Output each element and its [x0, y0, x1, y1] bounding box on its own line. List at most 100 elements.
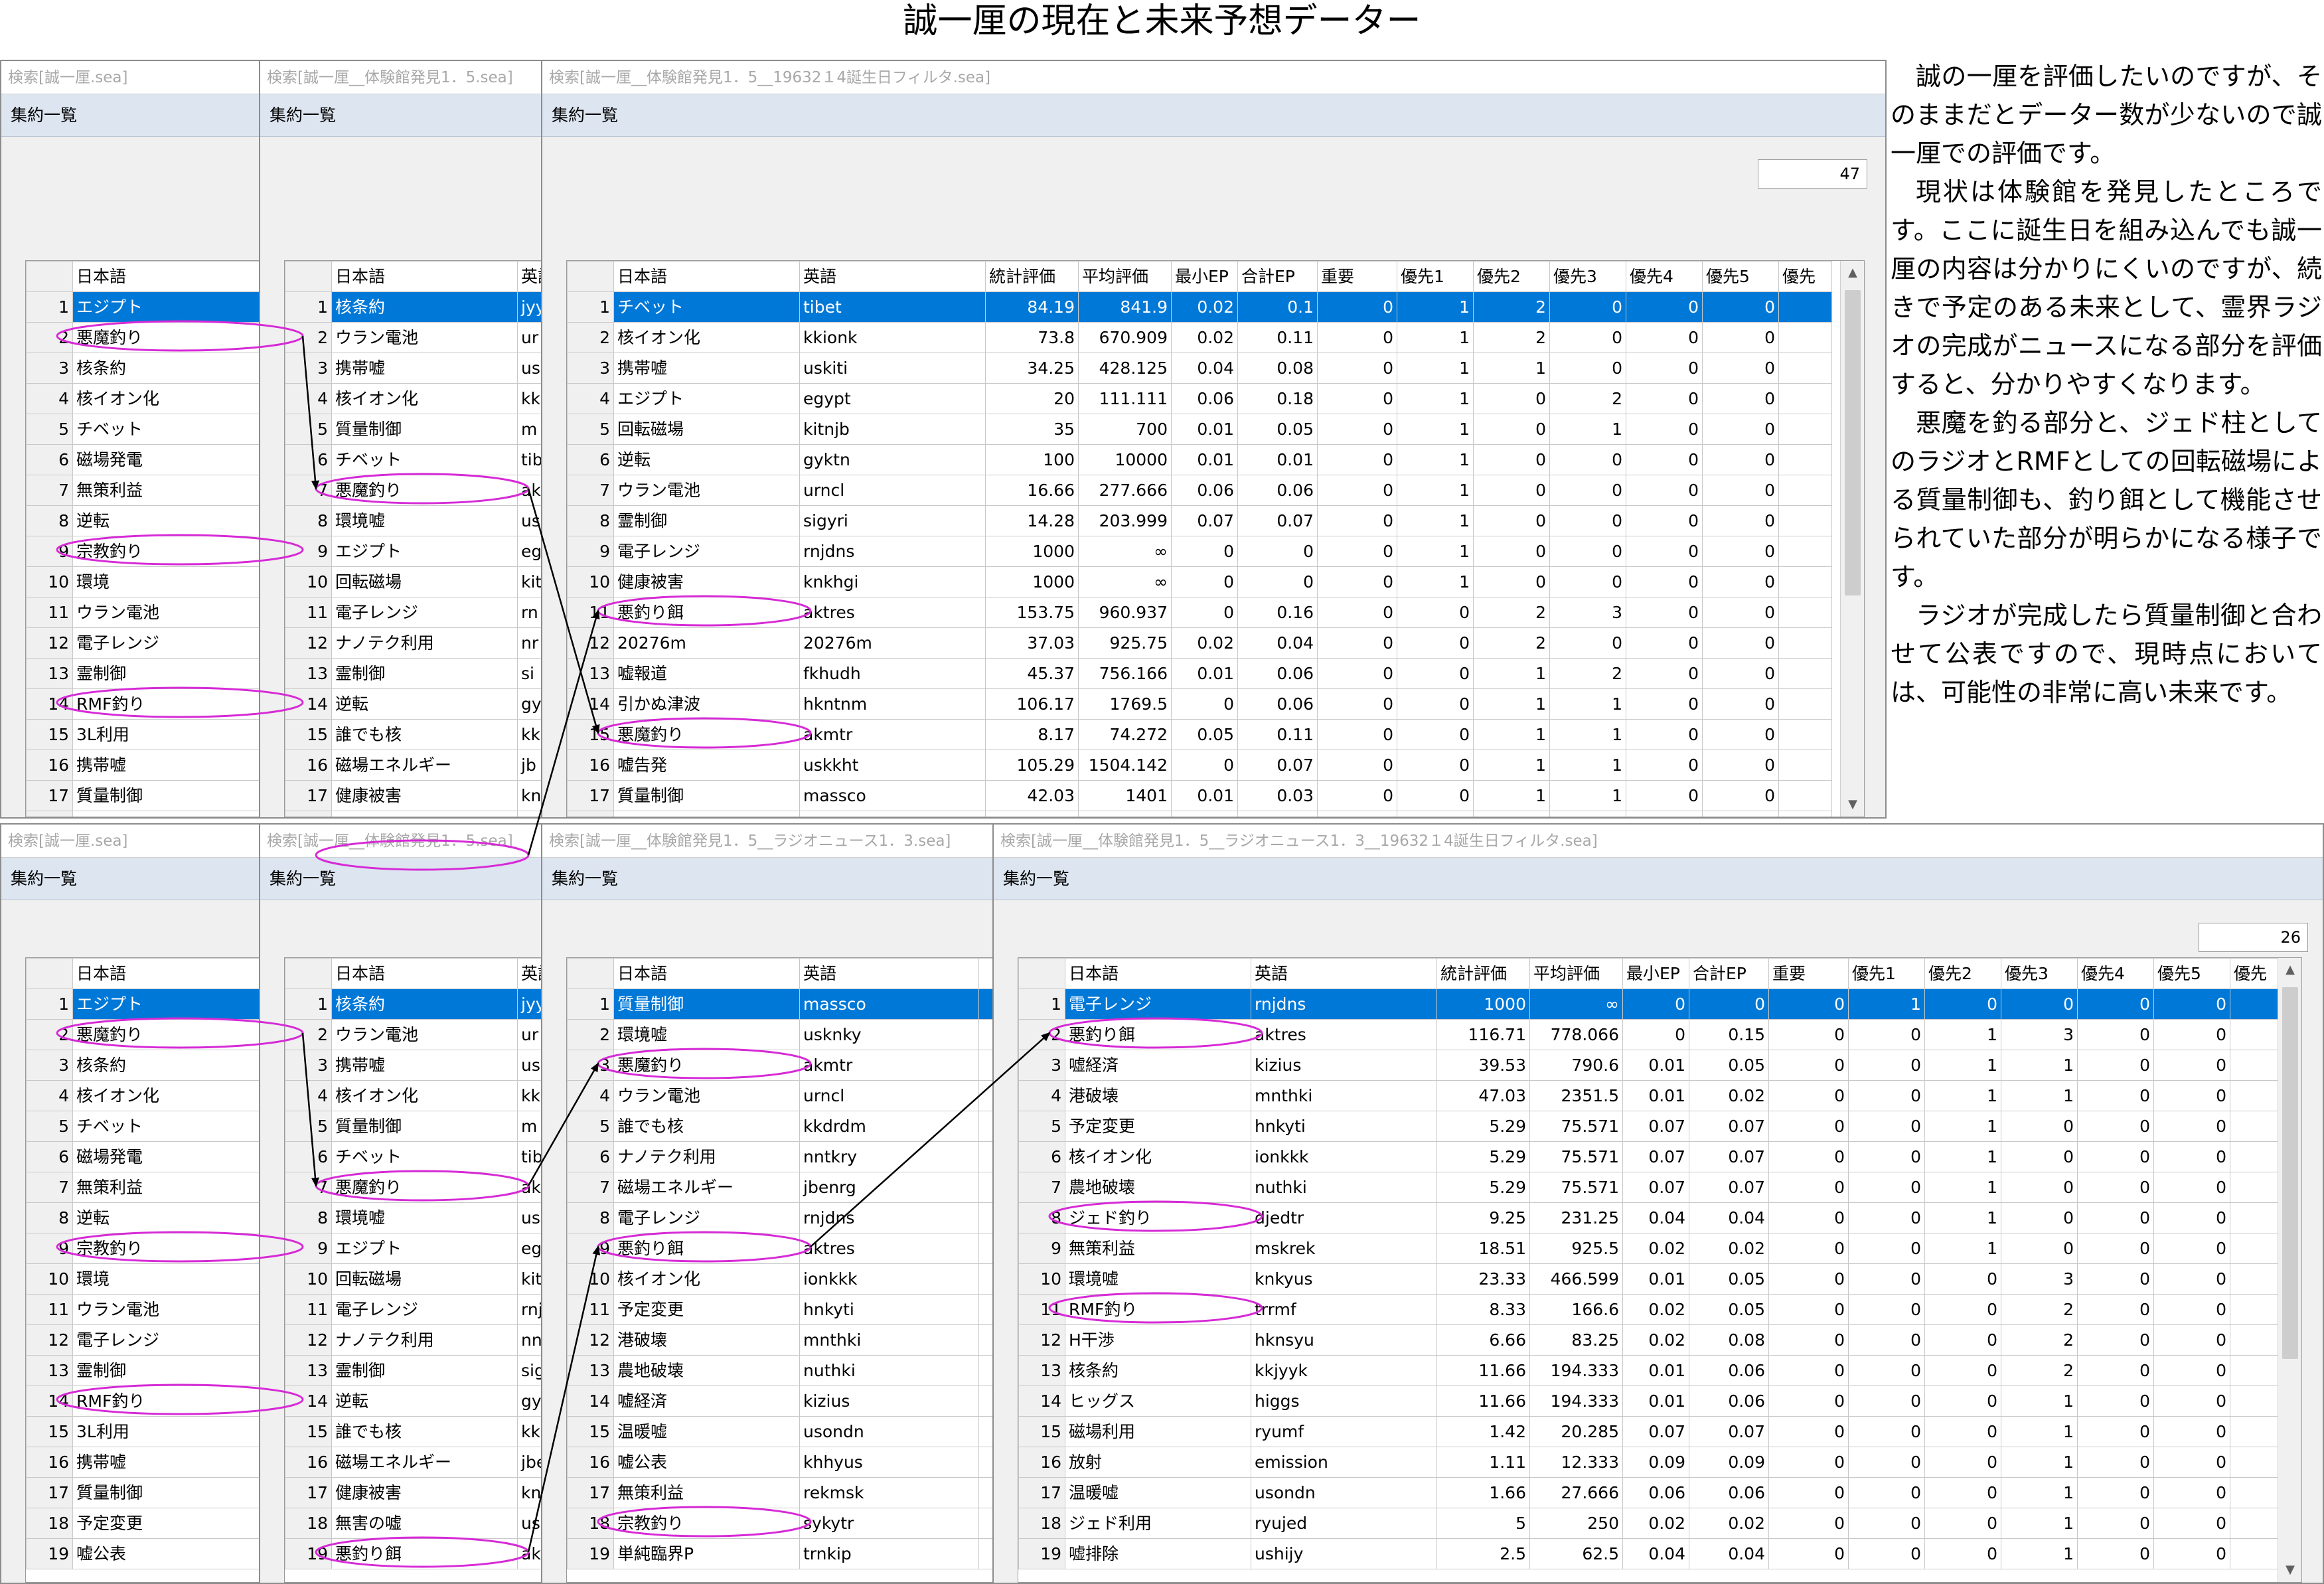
cell-value[interactable]: 0 — [2153, 1538, 2230, 1569]
cell-value[interactable]: 0 — [2077, 1447, 2154, 1478]
cell-value[interactable]: 0 — [1848, 1447, 1925, 1478]
cell-value[interactable]: 0 — [1626, 383, 1703, 414]
table-row[interactable]: 2 ウラン電池 ur — [285, 1019, 543, 1050]
table-row[interactable]: 5 チベット — [26, 1111, 264, 1142]
cell-japanese[interactable]: 悪魔釣り — [613, 1050, 800, 1081]
cell-value[interactable]: 2.5 — [1436, 1538, 1530, 1569]
cell-english[interactable]: usondn — [1251, 1477, 1437, 1508]
cell-value[interactable]: 0.02 — [1622, 1294, 1689, 1325]
cell-value[interactable]: 0 — [2077, 1355, 2154, 1386]
cell-japanese[interactable]: 農地破壊 — [1065, 1172, 1251, 1203]
cell-value[interactable]: 0 — [1397, 811, 1474, 817]
cell-value[interactable]: 0 — [2077, 1141, 2154, 1172]
cell-japanese[interactable]: ジェド釣り — [1065, 1202, 1251, 1233]
cell-japanese[interactable]: 環境嘘 — [1065, 1263, 1251, 1295]
table-row[interactable]: 10 回転磁場 kit — [285, 566, 543, 597]
table-row[interactable]: 1 電子レンジ rnjdns 1000 ∞ 0 0 0 1 0 0 0 0 — [1018, 989, 2284, 1020]
cell-value[interactable]: 3 — [2001, 1263, 2078, 1295]
cell-value[interactable]: 0 — [1473, 475, 1550, 506]
table-row[interactable]: 9 電子レンジ rnjdns 1000 ∞ 0 0 0 1 0 0 0 0 — [567, 536, 1832, 567]
cell-english[interactable]: us — [517, 811, 543, 817]
cell-value[interactable]: 778.066 — [1529, 1019, 1623, 1050]
cell-value[interactable]: 0 — [1702, 505, 1779, 536]
cell-japanese[interactable]: 悪魔釣り — [72, 322, 264, 353]
table-row[interactable]: 8 ジェド釣り djedtr 9.25 231.25 0.04 0.04 0 0 1 0 0 0 — [1018, 1202, 2284, 1233]
cell-value[interactable]: 0.01 — [1622, 1386, 1689, 1417]
cell-value[interactable]: 0.04 — [1622, 1202, 1689, 1233]
cell-japanese[interactable]: ナノテク利用 — [331, 627, 518, 659]
table-row[interactable]: 11 電子レンジ rn — [285, 597, 543, 628]
cell-japanese[interactable]: 逆転 — [72, 1202, 264, 1233]
cell-value[interactable]: 0.01 — [1171, 444, 1238, 475]
cell-english[interactable]: us — [517, 1508, 543, 1539]
cell-english[interactable]: jb — [517, 750, 543, 781]
cell-english[interactable]: rnj — [517, 1294, 543, 1325]
cell-value[interactable]: 194.333 — [1529, 1386, 1623, 1417]
cell-value[interactable]: 0 — [1924, 1538, 2001, 1569]
cell-japanese[interactable]: 核条約 — [331, 291, 518, 323]
table-row[interactable]: 8 逆転 — [26, 1202, 264, 1233]
cell-value[interactable]: 0 — [2001, 1172, 2078, 1203]
cell-value[interactable]: 0 — [1549, 627, 1626, 659]
cell-value[interactable]: 0 — [1626, 750, 1703, 781]
cell-value[interactable]: 1 — [1397, 505, 1474, 536]
cell-english[interactable]: sig — [517, 1355, 543, 1386]
cell-japanese[interactable]: チベット — [72, 1111, 264, 1142]
cell-value[interactable]: 0 — [1317, 505, 1397, 536]
table-row[interactable]: 16 磁場エネルギー jbe — [285, 1447, 543, 1478]
table-row[interactable]: 6 逆転 gyktn 100 10000 0.01 0.01 0 1 0 0 0 0 — [567, 444, 1832, 475]
cell-english[interactable]: kn — [517, 1477, 543, 1508]
cell-value[interactable]: 14.28 — [985, 505, 1079, 536]
table-row[interactable]: 2 悪魔釣り — [26, 1019, 264, 1050]
cell-value[interactable]: 0 — [1237, 536, 1318, 567]
table-row[interactable]: 4 エジプト egypt 20 111.111 0.06 0.18 0 1 0 2 0 0 — [567, 383, 1832, 414]
cell-japanese[interactable]: 電子レンジ — [72, 627, 264, 659]
table-row[interactable]: 12 港破壊 mnthki — [567, 1324, 998, 1356]
cell-japanese[interactable]: 磁場利用 — [1065, 1416, 1251, 1447]
cell-value[interactable]: 0.07 — [1689, 1141, 1769, 1172]
cell-value[interactable]: 0.06 — [1237, 688, 1318, 720]
cell-value[interactable]: 1 — [1397, 566, 1474, 597]
cell-japanese[interactable]: 核イオン化 — [613, 1263, 800, 1295]
cell-value[interactable]: 0 — [1768, 1416, 1849, 1447]
column-header-stat[interactable]: 合計EP — [1689, 958, 1769, 989]
cell-english[interactable]: nuthki — [1251, 1172, 1437, 1203]
table-row[interactable]: 5 誰でも核 kkdrdm — [567, 1111, 998, 1142]
cell-value[interactable]: 0 — [1626, 444, 1703, 475]
cell-japanese[interactable]: エジプト — [72, 291, 264, 323]
cell-value[interactable]: 2 — [1549, 383, 1626, 414]
table-row[interactable]: 10 環境 — [26, 1263, 264, 1295]
cell-value[interactable]: 105.29 — [985, 750, 1079, 781]
cell-japanese[interactable]: 質量制御 — [331, 1111, 518, 1142]
cell-value[interactable]: 0.06 — [1689, 1355, 1769, 1386]
cell-english[interactable]: kn — [517, 780, 543, 811]
cell-english[interactable]: kk — [517, 1416, 543, 1447]
cell-english[interactable]: jbe — [517, 1447, 543, 1478]
cell-value[interactable]: 2351.5 — [1529, 1080, 1623, 1111]
cell-value[interactable]: 1 — [2001, 1538, 2078, 1569]
cell-value[interactable]: 0 — [1848, 1050, 1925, 1081]
cell-japanese[interactable]: 嘘公表 — [613, 1447, 800, 1478]
cell-value[interactable]: 0 — [2153, 1508, 2230, 1539]
cell-japanese[interactable]: 嘘経済 — [1065, 1050, 1251, 1081]
cell-value[interactable]: 0 — [1549, 566, 1626, 597]
cell-english[interactable]: kk — [517, 1080, 543, 1111]
table-row[interactable]: 18嘘公表kuhyus9.4940.050.1001100 — [567, 811, 1832, 817]
cell-value[interactable]: 0 — [1549, 505, 1626, 536]
cell-value[interactable]: 0 — [1317, 780, 1397, 811]
column-header-stat[interactable]: 平均評価 — [1078, 261, 1172, 292]
cell-japanese[interactable]: 核イオン化 — [613, 322, 800, 353]
cell-japanese[interactable]: 予定変更 — [72, 811, 264, 817]
table-row[interactable]: 17 健康被害 kn — [285, 1477, 543, 1508]
cell-value[interactable]: 0 — [1768, 1263, 1849, 1295]
cell-english[interactable]: nuthki — [799, 1355, 979, 1386]
table-row[interactable]: 6 磁場発電 — [26, 1141, 264, 1172]
cell-value[interactable]: 0 — [1848, 1508, 1925, 1539]
cell-value[interactable]: 1 — [2001, 1050, 2078, 1081]
cell-value[interactable]: 12.333 — [1529, 1447, 1623, 1478]
table-row[interactable]: 16 携帯嘘 — [26, 1447, 264, 1478]
table-row[interactable]: 3 携帯嘘 us — [285, 1050, 543, 1081]
column-header-japanese[interactable]: 日本語 — [613, 958, 800, 989]
cell-value[interactable]: 2 — [1473, 627, 1550, 659]
table-row[interactable]: 15 誰でも核 kk — [285, 719, 543, 750]
